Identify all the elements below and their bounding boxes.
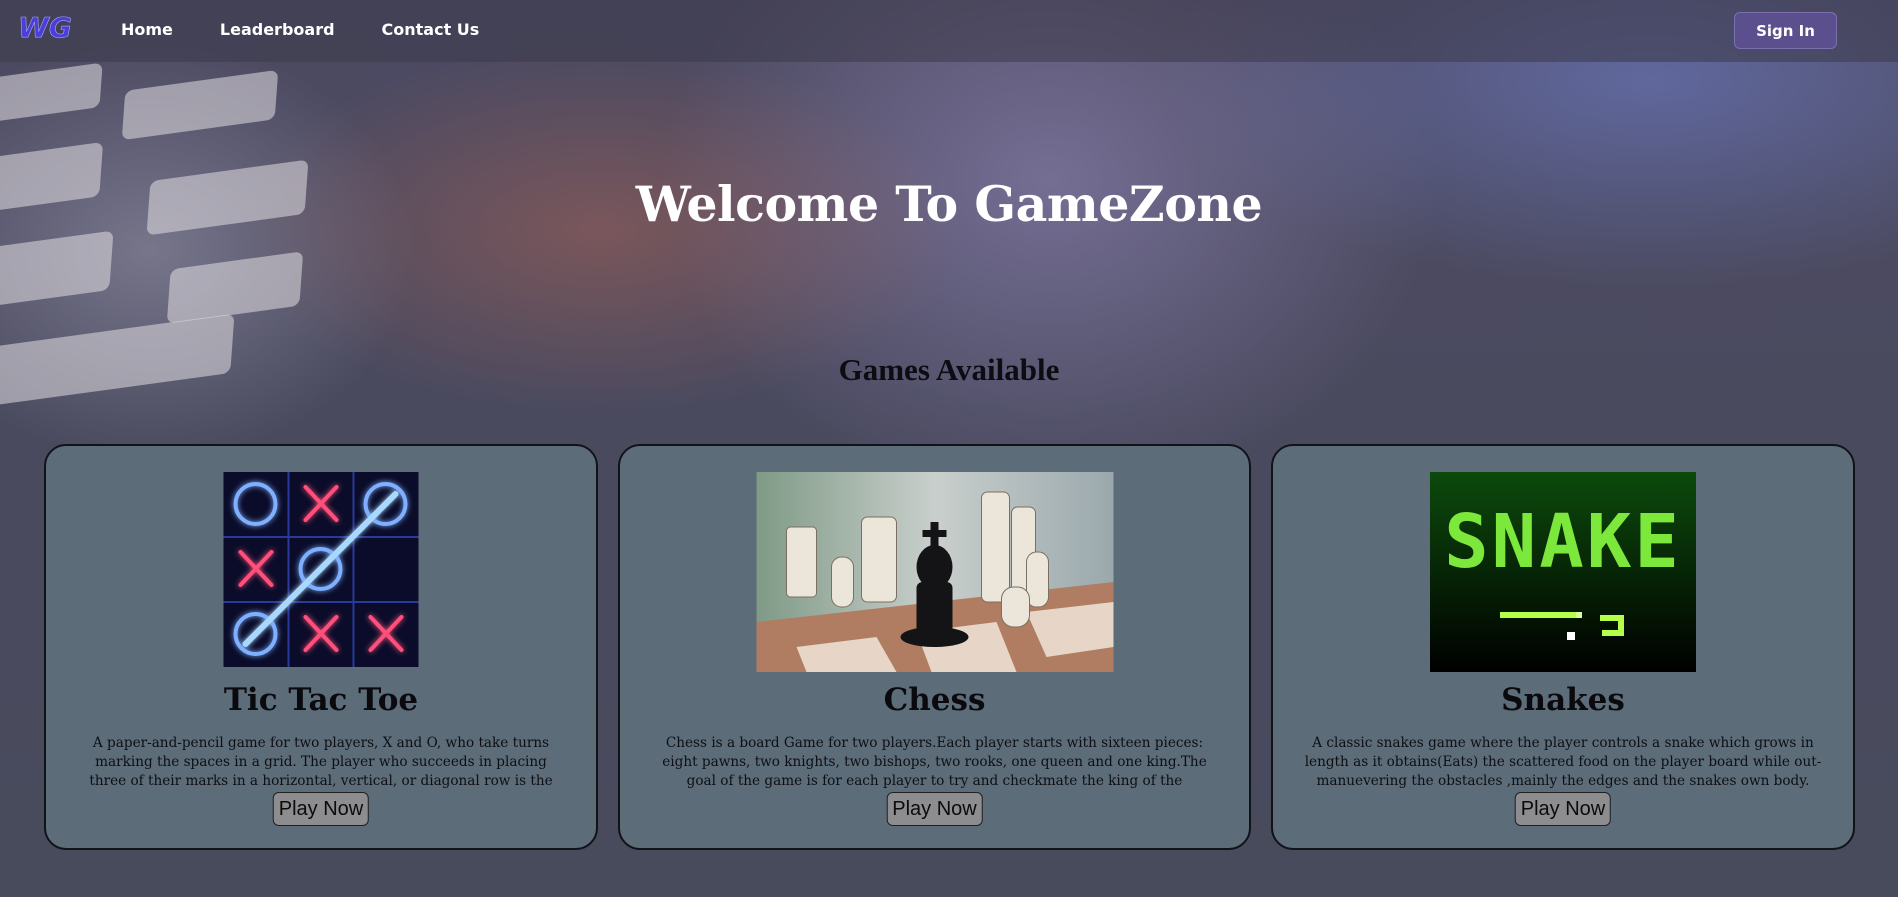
game-card-tic-tac-toe: Tic Tac Toe A paper-and-pencil game for … — [44, 444, 598, 850]
logo-text: WG — [18, 12, 72, 42]
game-title: Chess — [883, 682, 986, 718]
snake-logo-text: SNAKE — [1444, 499, 1682, 585]
game-title: Tic Tac Toe — [223, 682, 419, 718]
top-navbar: WG Home Leaderboard Contact Us Sign In — [0, 0, 1898, 62]
play-now-button[interactable]: Play Now — [886, 792, 983, 826]
game-description: A classic snakes game where the player c… — [1304, 735, 1822, 789]
play-now-button[interactable]: Play Now — [1514, 792, 1612, 826]
nav-contact-link[interactable]: Contact Us — [382, 20, 480, 39]
nav-home-link[interactable]: Home — [121, 20, 173, 39]
tic-tac-toe-image — [223, 472, 419, 667]
sign-in-button[interactable]: Sign In — [1734, 12, 1837, 49]
chess-image — [756, 472, 1113, 672]
game-title: Snakes — [1501, 682, 1625, 718]
game-card-chess: Chess Chess is a board Game for two play… — [618, 444, 1251, 850]
nav-leaderboard-link[interactable]: Leaderboard — [220, 20, 335, 39]
gamezone-logo[interactable]: WG — [18, 12, 76, 42]
play-now-button[interactable]: Play Now — [272, 792, 370, 826]
games-section-title: Games Available — [838, 352, 1060, 387]
main-nav: Home Leaderboard Contact Us — [121, 0, 479, 58]
game-card-snakes: SNAKE Snakes A classic snakes game where… — [1271, 444, 1855, 850]
snake-image: SNAKE — [1430, 472, 1696, 672]
hero-title: Welcome To GameZone — [635, 175, 1263, 233]
